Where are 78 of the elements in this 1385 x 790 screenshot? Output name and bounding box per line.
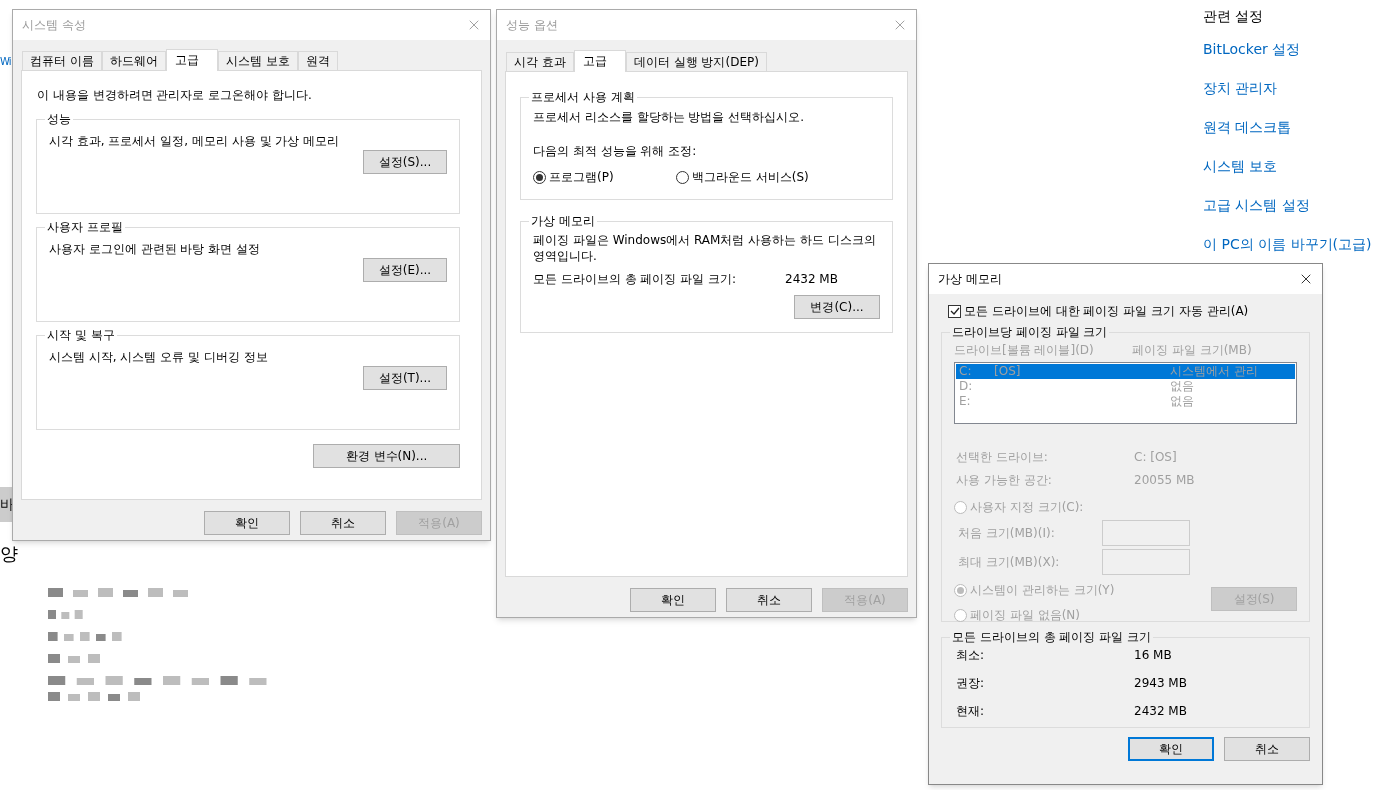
group-description: 시각 효과, 프로세서 일정, 메모리 사용 및 가상 메모리: [49, 133, 341, 150]
checkbox[interactable]: [948, 304, 961, 318]
dialog-button[interactable]: 확인: [204, 511, 290, 535]
group-title: 시작 및 복구: [46, 327, 116, 344]
check-icon: [949, 306, 960, 316]
group-description: 사용자 로그인에 관련된 바탕 화면 설정: [49, 241, 262, 258]
group-title: 프로세서 사용 계획: [530, 89, 636, 106]
section-heading: 관련 설정: [1203, 7, 1265, 26]
drive-label: [OS]: [994, 364, 1022, 379]
tab[interactable]: 원격: [297, 51, 338, 70]
link[interactable]: Wi: [0, 54, 11, 69]
settings-button[interactable]: 설정(E)...: [363, 258, 447, 282]
radio-label: 프로그램(P): [549, 169, 614, 186]
notice-text: 이 내용을 변경하려면 관리자로 로그온해야 합니다.: [36, 87, 313, 104]
settings-link[interactable]: BitLocker 설정: [1203, 39, 1385, 59]
column-header: 페이징 파일 크기(MB): [1132, 342, 1252, 359]
window-title: 성능 옵션: [506, 17, 558, 34]
radio-label: 페이징 파일 없음(N): [970, 607, 1080, 624]
tab[interactable]: 고급: [573, 50, 626, 72]
column-header: 드라이브[볼륨 레이블](D): [954, 342, 1095, 359]
radio-label: 사용자 지정 크기(C):: [970, 499, 1084, 516]
group-title: 사용자 프로필: [46, 219, 124, 236]
total-label: 최소:: [955, 647, 986, 664]
drive-letter: C:: [958, 364, 973, 379]
total-value: 2943 MB: [1134, 675, 1187, 692]
change-button[interactable]: 변경(C)...: [794, 295, 880, 319]
radio-button[interactable]: [676, 170, 689, 184]
settings-link[interactable]: 장치 관리자: [1203, 78, 1385, 98]
checkbox-label: 모든 드라이브에 대한 페이징 파일 크기 자동 관리(A): [964, 303, 1249, 320]
dialog-button[interactable]: 확인: [630, 588, 716, 612]
info-label: 사용 가능한 공간:: [955, 472, 1053, 489]
group-description: 페이징 파일은 Windows에서 RAM처럼 사용하는 하드 디스크의 영역입니다.: [533, 232, 877, 264]
dialog-button[interactable]: 취소: [1224, 737, 1310, 761]
group-title: 성능: [46, 111, 72, 128]
drive-size: 없음: [1170, 379, 1194, 394]
total-label: 권장:: [955, 675, 986, 692]
tab[interactable]: 컴퓨터 이름: [22, 51, 102, 70]
group-description: 프로세서 리소스를 할당하는 방법을 선택하십시오.: [533, 109, 806, 126]
total-label: 현재:: [955, 703, 986, 720]
field-label: 최대 크기(MB)(X):: [957, 554, 1061, 571]
settings-link[interactable]: 이 PC의 이름 바꾸기(고급): [1203, 234, 1385, 254]
settings-link[interactable]: 고급 시스템 설정: [1203, 195, 1385, 215]
total-value: 16 MB: [1134, 647, 1172, 664]
drive-letter: E:: [958, 394, 972, 409]
drive-size: 시스템에서 관리: [1170, 364, 1258, 379]
settings-button[interactable]: 설정(T)...: [363, 366, 447, 390]
tab[interactable]: 하드웨어: [101, 51, 166, 70]
total-value: 2432 MB: [785, 271, 838, 288]
radio-button[interactable]: [533, 170, 546, 184]
drive-size: 없음: [1170, 394, 1194, 409]
group-description: 시스템 시작, 시스템 오류 및 디버깅 정보: [49, 349, 269, 366]
tab[interactable]: 시각 효과: [506, 52, 574, 71]
environment-variables-button[interactable]: 환경 변수(N)...: [313, 444, 460, 468]
info-value: C: [OS]: [1134, 449, 1177, 466]
total-value: 2432 MB: [1134, 703, 1187, 720]
window-title: 시스템 속성: [22, 17, 86, 34]
settings-link[interactable]: 원격 데스크톱: [1203, 117, 1385, 137]
dialog-button[interactable]: 취소: [726, 588, 812, 612]
group-title: 가상 메모리: [530, 213, 596, 230]
tab[interactable]: 시스템 보호: [217, 51, 298, 70]
tab[interactable]: 데이터 실행 방지(DEP): [625, 52, 767, 71]
settings-button[interactable]: 설정(S)...: [363, 150, 447, 174]
radio-label: 백그라운드 서비스(S): [692, 169, 809, 186]
window-title: 가상 메모리: [938, 271, 1002, 288]
info-label: 선택한 드라이브:: [955, 449, 1049, 466]
drive-letter: D:: [958, 379, 974, 394]
radio-label: 시스템이 관리하는 크기(Y): [970, 582, 1115, 599]
dialog-button[interactable]: 확인: [1128, 737, 1214, 761]
total-label: 모든 드라이브의 총 페이징 파일 크기:: [533, 271, 738, 288]
adjust-label: 다음의 최적 성능을 위해 조정:: [533, 143, 698, 160]
section-heading: 양: [0, 542, 19, 566]
group-title: 드라이브당 페이징 파일 크기: [951, 324, 1109, 341]
dialog-button[interactable]: 취소: [300, 511, 386, 535]
tab[interactable]: 고급: [165, 49, 218, 71]
field-label: 처음 크기(MB)(I):: [957, 525, 1056, 542]
info-value: 20055 MB: [1134, 472, 1195, 489]
group-title: 모든 드라이브의 총 페이징 파일 크기: [951, 629, 1153, 646]
settings-link[interactable]: 시스템 보호: [1203, 156, 1385, 176]
